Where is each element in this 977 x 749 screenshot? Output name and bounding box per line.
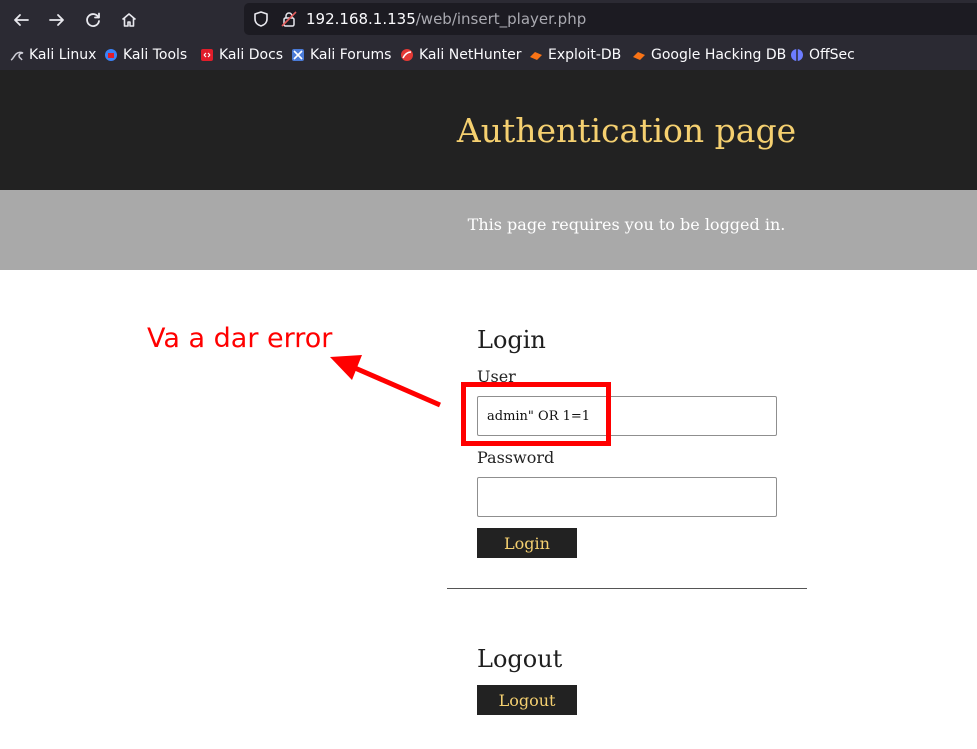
url-path: /web/insert_player.php — [415, 10, 587, 28]
bookmark-label: Google Hacking DB — [651, 47, 787, 63]
reload-icon[interactable] — [80, 8, 106, 32]
login-heading: Login — [477, 326, 546, 354]
bookmark-offsec[interactable]: OffSec — [790, 46, 855, 64]
bookmark-google-hacking-db[interactable]: Google Hacking DB — [632, 46, 786, 64]
bookmark-kali-docs[interactable]: Kali Docs — [200, 46, 283, 64]
logout-button[interactable]: Logout — [477, 685, 577, 715]
page-title: Authentication page — [456, 111, 797, 150]
insecure-lock-icon[interactable] — [280, 10, 298, 32]
page-subtitle: This page requires you to be logged in. — [467, 215, 786, 234]
kali-nethunter-icon — [400, 48, 414, 62]
annotation-highlight-box — [461, 382, 611, 446]
url-text: 192.168.1.135/web/insert_player.php — [306, 10, 586, 28]
bookmark-label: Kali Forums — [310, 47, 392, 63]
password-input[interactable] — [477, 477, 777, 517]
shield-icon[interactable] — [252, 10, 270, 32]
annotation-text: Va a dar error — [147, 323, 333, 354]
kali-tools-icon — [104, 48, 118, 62]
bookmark-kali-tools[interactable]: Kali Tools — [104, 46, 187, 64]
browser-toolbar: 192.168.1.135/web/insert_player.php — [0, 0, 977, 40]
address-bar[interactable]: 192.168.1.135/web/insert_player.php — [244, 3, 977, 35]
bookmark-exploit-db[interactable]: Exploit-DB — [529, 46, 621, 64]
home-icon[interactable] — [116, 8, 142, 32]
bookmark-label: Kali Tools — [123, 47, 188, 63]
password-label: Password — [477, 448, 555, 467]
bookmarks-bar: Kali Linux Kali Tools Kali Docs Kali For… — [0, 40, 977, 70]
bookmark-label: Kali Linux — [29, 47, 97, 63]
kali-forums-icon — [291, 48, 305, 62]
bookmark-label: OffSec — [809, 47, 855, 63]
kali-docs-icon — [200, 48, 214, 62]
logout-heading: Logout — [477, 645, 563, 673]
ghdb-icon — [632, 48, 646, 62]
bookmark-label: Kali NetHunter — [419, 47, 522, 63]
kali-dragon-icon — [10, 48, 24, 62]
bookmark-label: Exploit-DB — [548, 47, 622, 63]
bookmark-kali-forums[interactable]: Kali Forums — [291, 46, 391, 64]
offsec-icon — [790, 48, 804, 62]
login-button[interactable]: Login — [477, 528, 577, 558]
bookmark-kali-linux[interactable]: Kali Linux — [10, 46, 96, 64]
bookmark-kali-nethunter[interactable]: Kali NetHunter — [400, 46, 521, 64]
forward-arrow-icon[interactable] — [44, 8, 70, 32]
exploit-db-icon — [529, 48, 543, 62]
section-divider — [447, 588, 807, 589]
url-host: 192.168.1.135 — [306, 10, 416, 28]
bookmark-label: Kali Docs — [219, 47, 284, 63]
back-arrow-icon[interactable] — [8, 8, 34, 32]
